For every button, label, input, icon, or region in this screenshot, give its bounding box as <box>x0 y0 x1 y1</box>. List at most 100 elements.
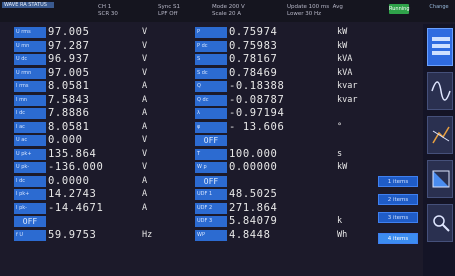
measurement-label[interactable]: P <box>195 27 227 38</box>
measurement-unit: A <box>142 94 148 105</box>
measurement-label[interactable]: U ac <box>14 135 46 146</box>
measurement-row: OFF <box>195 175 380 189</box>
measurement-unit: A <box>142 121 148 132</box>
trend-view-button[interactable] <box>427 160 453 198</box>
off-indicator[interactable]: OFF <box>195 135 227 146</box>
measurement-row: U dc 96.937 V <box>14 53 199 67</box>
measurement-value: 48.5025 <box>229 188 278 200</box>
measurement-value: 0.0000 <box>48 174 90 187</box>
measurement-unit: kvar <box>337 94 358 105</box>
measurement-label[interactable]: I pk+ <box>14 189 46 200</box>
measurement-label[interactable]: U pk- <box>14 162 46 173</box>
measurement-value: -0.97194 <box>229 107 285 119</box>
measurement-value: 0.75983 <box>229 39 278 52</box>
measurement-label[interactable]: I pk- <box>14 202 46 214</box>
running-badge: Running <box>389 4 410 14</box>
measurement-row: S dc 0.78469 kVA <box>195 67 380 81</box>
measurement-value: 5.84079 <box>229 215 278 227</box>
measurement-label[interactable]: Q <box>195 81 227 92</box>
trend-icon <box>432 170 450 188</box>
page-button-2[interactable]: 2 items <box>378 194 418 205</box>
measurement-unit: kW <box>337 40 348 51</box>
measurement-label[interactable]: U mn <box>14 40 46 52</box>
measurement-row: WP 4.8448 Wh <box>195 229 380 243</box>
measurement-value: 0.78167 <box>229 53 278 65</box>
measurement-row: I mn 7.5843 A <box>14 94 199 108</box>
measurement-label[interactable]: f U <box>14 229 46 241</box>
meter-screen: WAVE RA STATUS CH 1 SCR 30 Sync S1 LPF O… <box>0 0 455 276</box>
measurement-row: W p 0.00000 kW <box>195 161 380 175</box>
panel-view-button[interactable] <box>427 28 453 66</box>
measurement-row: UDF 1 48.5025 <box>195 188 380 202</box>
status-title: WAVE RA STATUS <box>2 2 54 8</box>
change-button[interactable]: Change <box>425 4 453 18</box>
measurement-value: 7.8886 <box>48 107 90 119</box>
measurement-value: - 13.606 <box>229 120 285 133</box>
measurement-value: 97.005 <box>48 66 90 79</box>
measurement-unit: Wh <box>337 229 348 240</box>
measurement-label[interactable]: I rms <box>14 81 46 92</box>
measurement-label[interactable]: U rmn <box>14 67 46 79</box>
measurement-value: -0.08787 <box>229 93 285 106</box>
measurement-row: P dc 0.75983 kW <box>195 40 380 54</box>
measurement-label[interactable]: I dc <box>14 175 46 187</box>
page-button-1[interactable]: 1 items <box>378 176 418 187</box>
measurement-value: 0.00000 <box>229 161 278 173</box>
measurement-unit: A <box>142 81 148 91</box>
measurement-row: U rms 97.005 V <box>14 26 199 40</box>
measurement-row: UDF 3 5.84079 k <box>195 215 380 229</box>
measurement-label[interactable]: U dc <box>14 54 46 65</box>
measurement-unit: kW <box>337 27 348 37</box>
measurement-value: 135.864 <box>48 147 97 160</box>
measurement-unit: ° <box>337 121 343 132</box>
measurement-label[interactable]: T <box>195 148 227 160</box>
measurement-label[interactable]: W p <box>195 162 227 173</box>
off-indicator[interactable]: OFF <box>14 216 46 227</box>
measurement-label[interactable]: Q dc <box>195 94 227 106</box>
measurement-value: 96.937 <box>48 53 90 65</box>
measurement-label[interactable]: λ <box>195 108 227 119</box>
page-button-3[interactable]: 3 items <box>378 212 418 223</box>
measurement-row: f U 59.9753 Hz <box>14 229 199 243</box>
off-indicator[interactable]: OFF <box>195 175 227 187</box>
settings-view-button[interactable] <box>427 204 453 242</box>
measurement-label[interactable]: U rms <box>14 27 46 38</box>
measurement-unit: V <box>142 67 148 78</box>
measurement-label[interactable]: WP <box>195 229 227 241</box>
chart-view-button[interactable] <box>427 116 453 154</box>
measurement-unit: V <box>142 27 148 37</box>
measurement-unit: A <box>142 202 148 213</box>
measurement-label[interactable]: I ac <box>14 121 46 133</box>
measurement-unit: V <box>142 40 148 51</box>
page-button-4[interactable]: 4 items <box>378 233 418 244</box>
measurement-row: T 100.000 s <box>195 148 380 162</box>
measurement-label[interactable]: U pk+ <box>14 148 46 160</box>
measurement-row: I rms 8.0581 A <box>14 80 199 94</box>
measurement-label[interactable]: φ <box>195 121 227 133</box>
waveform-view-button[interactable] <box>427 72 453 110</box>
measurement-unit: kVA <box>337 67 353 78</box>
measurement-label[interactable]: I dc <box>14 108 46 119</box>
measurement-row: I pk- -14.4671 A <box>14 202 199 216</box>
measurement-row: OFF <box>195 134 380 148</box>
status-bar: WAVE RA STATUS CH 1 SCR 30 Sync S1 LPF O… <box>0 0 455 22</box>
measurement-value: -0.18388 <box>229 80 285 92</box>
measurement-row: Q -0.18388 kvar <box>195 80 380 94</box>
measurement-label[interactable]: UDF 1 <box>195 189 227 200</box>
measurement-label[interactable]: UDF 3 <box>195 216 227 227</box>
range-info: Mode 200 V Scale 20 A <box>212 4 245 17</box>
measurement-unit: s <box>337 148 343 159</box>
measurement-row: P 0.75974 kW <box>195 26 380 40</box>
measurement-label[interactable]: S <box>195 54 227 65</box>
measurement-label[interactable]: P dc <box>195 40 227 52</box>
measurement-label[interactable]: S dc <box>195 67 227 79</box>
measurement-value: 97.287 <box>48 39 90 52</box>
measurement-unit: k <box>337 216 343 226</box>
chart-icon <box>432 126 450 144</box>
measurement-value: 8.0581 <box>48 120 90 133</box>
measurement-unit: V <box>142 162 148 172</box>
measurement-label[interactable]: I mn <box>14 94 46 106</box>
measurement-value: 4.8448 <box>229 228 271 241</box>
measurement-row: UDF 2 271.864 <box>195 202 380 216</box>
measurement-label[interactable]: UDF 2 <box>195 202 227 214</box>
